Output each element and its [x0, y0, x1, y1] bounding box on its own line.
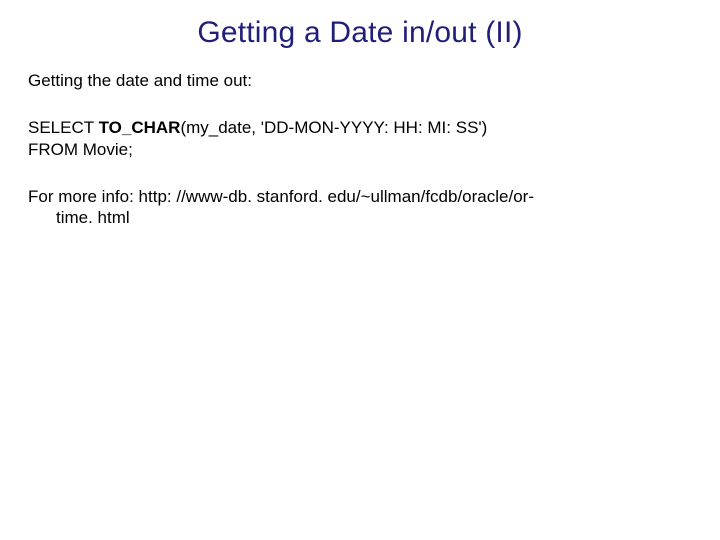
- sql-line-2: FROM Movie;: [28, 139, 692, 160]
- more-info-url-2: time. html: [28, 207, 692, 228]
- more-info-block: For more info: http: //www-db. stanford.…: [28, 186, 692, 229]
- intro-line: Getting the date and time out:: [28, 70, 692, 91]
- sql-block: SELECT TO_CHAR(my_date, 'DD-MON-YYYY: HH…: [28, 117, 692, 160]
- sql-tochar-func: TO_CHAR: [99, 118, 181, 137]
- sql-select-keyword: SELECT: [28, 118, 99, 137]
- slide: Getting a Date in/out (II) Getting the d…: [0, 0, 720, 540]
- more-info-url-1: http: //www-db. stanford. edu/~ullman/fc…: [139, 187, 534, 206]
- more-info-label: For more info:: [28, 187, 139, 206]
- slide-title: Getting a Date in/out (II): [28, 16, 692, 50]
- slide-body: Getting the date and time out: SELECT TO…: [28, 70, 692, 228]
- sql-line-1: SELECT TO_CHAR(my_date, 'DD-MON-YYYY: HH…: [28, 117, 692, 138]
- sql-tochar-args: (my_date, 'DD-MON-YYYY: HH: MI: SS'): [180, 118, 487, 137]
